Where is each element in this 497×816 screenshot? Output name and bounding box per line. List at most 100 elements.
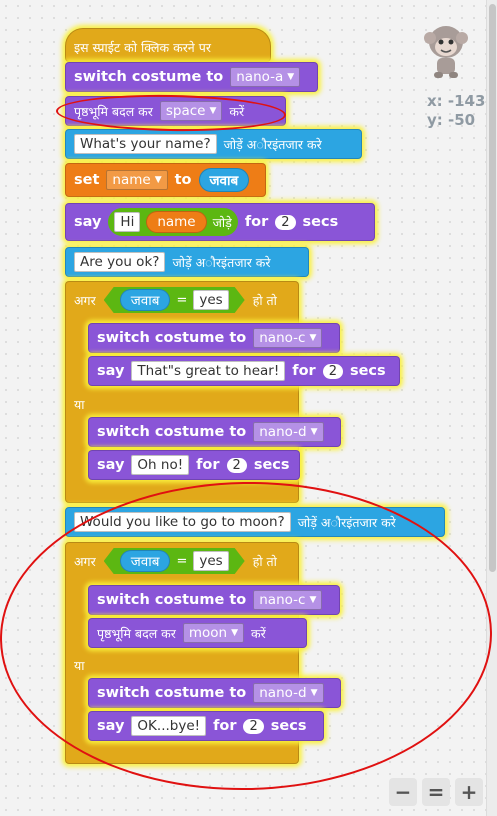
dropdown-arrow-icon: ▼ xyxy=(309,595,317,605)
say-for-secs-block[interactable]: say OK...bye! for 2 secs xyxy=(88,711,324,741)
if-header: अगर जवाब = yes हो तो xyxy=(74,548,277,574)
block-label: set xyxy=(74,172,100,188)
zoom-reset-icon: = xyxy=(427,780,445,804)
equals-sign: = xyxy=(176,292,188,308)
vertical-scrollbar[interactable] xyxy=(486,0,497,816)
question-input[interactable]: Are you ok? xyxy=(74,252,166,272)
if-label: अगर xyxy=(74,553,96,569)
secs-label: secs xyxy=(349,363,386,379)
zoom-in-icon: + xyxy=(460,780,478,804)
block-to-label: to xyxy=(174,172,192,188)
if-label: अगर xyxy=(74,292,96,308)
answer-reporter[interactable]: जवाब xyxy=(120,550,171,572)
say-text-input[interactable]: Oh no! xyxy=(131,455,190,475)
question-input[interactable]: What's your name? xyxy=(74,134,217,154)
block-suffix: करें xyxy=(251,625,266,641)
backdrop-dropdown[interactable]: space ▼ xyxy=(159,101,223,121)
costume-dropdown[interactable]: nano-d ▼ xyxy=(253,422,324,442)
scrollbar-thumb[interactable] xyxy=(489,4,496,572)
ask-and-wait-block[interactable]: What's your name? जोड़ें अौरइंतजार करे xyxy=(65,129,362,159)
block-label: switch costume to xyxy=(97,592,247,608)
dropdown-value: nano-d xyxy=(259,685,307,701)
zoom-reset-button[interactable]: = xyxy=(422,778,450,806)
block-label: switch costume to xyxy=(97,424,247,440)
ask-and-wait-block[interactable]: Would you like to go to moon? जोड़ें अौर… xyxy=(65,507,445,537)
block-suffix: करें xyxy=(229,103,245,119)
block-label: switch costume to xyxy=(74,69,224,85)
dropdown-arrow-icon: ▼ xyxy=(231,628,239,638)
costume-dropdown[interactable]: nano-c ▼ xyxy=(253,590,323,610)
switch-costume-block[interactable]: switch costume to nano-c ▼ xyxy=(88,585,340,615)
switch-costume-block[interactable]: switch costume to nano-a ▼ xyxy=(65,62,318,92)
hat-label: इस स्प्राईट को क्लिक करने पर xyxy=(74,39,211,55)
join-text-input[interactable]: Hi xyxy=(114,212,141,232)
say-for-secs-block[interactable]: say Hi name जोड़े for 2 secs xyxy=(65,203,375,241)
equals-operator[interactable]: जवाब = yes xyxy=(104,287,245,313)
say-for-secs-block[interactable]: say Oh no! for 2 secs xyxy=(88,450,300,480)
dropdown-arrow-icon: ▼ xyxy=(154,175,162,185)
secs-input[interactable]: 2 xyxy=(322,363,343,379)
sprite-y-coordinate: y: -50 xyxy=(427,111,476,129)
block-label: पृष्ठभूमि बदल कर xyxy=(74,103,153,119)
equals-operator[interactable]: जवाब = yes xyxy=(104,548,245,574)
name-variable-reporter[interactable]: name xyxy=(146,211,207,233)
say-text-input[interactable]: OK...bye! xyxy=(131,716,207,736)
zoom-in-button[interactable]: + xyxy=(455,778,483,806)
dropdown-value: moon xyxy=(188,625,228,641)
set-variable-block[interactable]: set name ▼ to जवाब xyxy=(65,163,266,197)
secs-input[interactable]: 2 xyxy=(275,214,296,230)
say-for-secs-block[interactable]: say That"s great to hear! for 2 secs xyxy=(88,356,400,386)
dropdown-value: nano-d xyxy=(259,424,307,440)
backdrop-dropdown[interactable]: moon ▼ xyxy=(182,623,245,643)
else-label: या xyxy=(74,397,85,412)
secs-input[interactable]: 2 xyxy=(243,718,264,734)
for-label: for xyxy=(244,214,269,230)
compare-value-input[interactable]: yes xyxy=(193,290,228,310)
if-header: अगर जवाब = yes हो तो xyxy=(74,287,277,313)
block-label: say xyxy=(97,457,125,473)
then-label: हो तो xyxy=(252,292,277,308)
switch-backdrop-block[interactable]: पृष्ठभूमि बदल कर moon ▼ करें xyxy=(88,618,307,648)
dropdown-arrow-icon: ▼ xyxy=(309,333,317,343)
block-label: switch costume to xyxy=(97,330,247,346)
sprite-monkey-icon xyxy=(424,26,468,78)
join-operator[interactable]: Hi name जोड़े xyxy=(108,208,238,236)
variable-dropdown[interactable]: name ▼ xyxy=(106,170,168,190)
costume-dropdown[interactable]: nano-d ▼ xyxy=(253,683,324,703)
else-label: या xyxy=(74,658,85,673)
dropdown-value: nano-c xyxy=(259,592,306,608)
zoom-out-button[interactable]: − xyxy=(389,778,417,806)
dropdown-value: nano-c xyxy=(259,330,306,346)
costume-dropdown[interactable]: nano-a ▼ xyxy=(230,67,301,87)
dropdown-value: nano-a xyxy=(236,69,284,85)
switch-costume-block[interactable]: switch costume to nano-d ▼ xyxy=(88,678,341,708)
secs-label: secs xyxy=(253,457,290,473)
secs-label: secs xyxy=(302,214,339,230)
when-sprite-clicked-hat-block[interactable]: इस स्प्राईट को क्लिक करने पर xyxy=(65,28,271,62)
costume-dropdown[interactable]: nano-c ▼ xyxy=(253,328,323,348)
dropdown-value: name xyxy=(112,172,151,188)
zoom-out-icon: − xyxy=(394,780,412,804)
switch-backdrop-block[interactable]: पृष्ठभूमि बदल कर space ▼ करें xyxy=(65,96,286,126)
secs-input[interactable]: 2 xyxy=(226,457,247,473)
block-label: switch costume to xyxy=(97,685,247,701)
block-label: say xyxy=(97,718,125,734)
for-label: for xyxy=(292,363,316,379)
dropdown-arrow-icon: ▼ xyxy=(310,688,318,698)
block-suffix: जोड़ें अौरइंतजार करे xyxy=(172,254,271,270)
question-input[interactable]: Would you like to go to moon? xyxy=(74,512,291,532)
answer-reporter[interactable]: जवाब xyxy=(120,289,171,311)
for-label: for xyxy=(213,718,237,734)
switch-costume-block[interactable]: switch costume to nano-c ▼ xyxy=(88,323,340,353)
secs-label: secs xyxy=(270,718,307,734)
say-text-input[interactable]: That"s great to hear! xyxy=(131,361,286,381)
block-label: say xyxy=(97,363,125,379)
block-suffix: जोड़ें अौरइंतजार करे xyxy=(297,514,396,530)
switch-costume-block[interactable]: switch costume to nano-d ▼ xyxy=(88,417,341,447)
compare-value-input[interactable]: yes xyxy=(193,551,228,571)
answer-reporter[interactable]: जवाब xyxy=(198,168,250,192)
dropdown-arrow-icon: ▼ xyxy=(310,427,318,437)
dropdown-arrow-icon: ▼ xyxy=(209,106,217,116)
ask-and-wait-block[interactable]: Are you ok? जोड़ें अौरइंतजार करे xyxy=(65,247,309,277)
dropdown-arrow-icon: ▼ xyxy=(287,72,295,82)
